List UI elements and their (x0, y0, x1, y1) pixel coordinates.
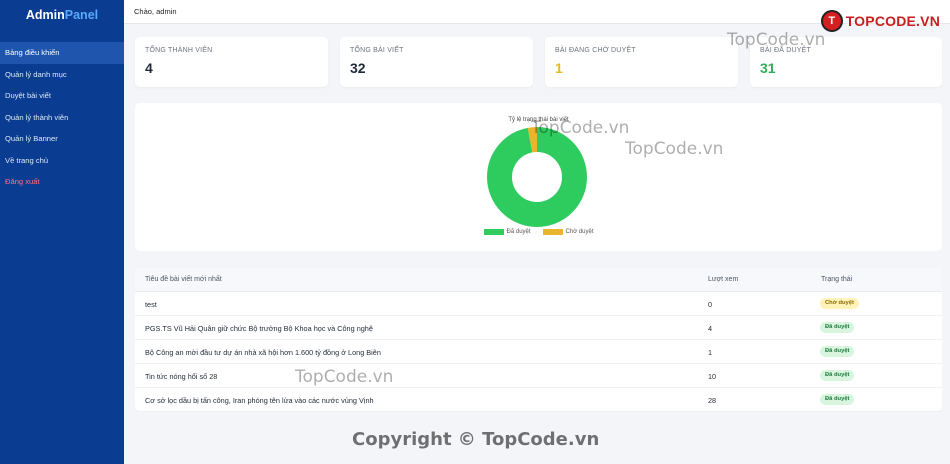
stat-card-approved: BÀI ĐÃ DUYỆT 31 (750, 37, 942, 87)
stat-label: TỔNG BÀI VIẾT (350, 47, 404, 54)
sidebar-item-home[interactable]: Về trang chủ (0, 150, 124, 172)
table-row[interactable]: test 0 Chờ duyệt (135, 292, 942, 316)
table-row[interactable]: Bộ Công an mời đầu tư dự án nhà xã hội h… (135, 340, 942, 364)
stat-label: BÀI ĐÃ DUYỆT (760, 47, 812, 54)
sidebar-item-categories[interactable]: Quản lý danh mục (0, 64, 124, 86)
legend-label: Chờ duyệt (565, 229, 594, 235)
post-views: 10 (708, 372, 717, 381)
table-row[interactable]: Cơ sở lọc dầu bị tấn công, Iran phóng tê… (135, 388, 942, 412)
status-badge: Đã duyệt (820, 346, 855, 357)
logo-badge-icon: T (820, 10, 843, 32)
post-title[interactable]: test (145, 300, 157, 309)
status-badge: Chờ duyệt (820, 298, 859, 309)
donut-chart (487, 127, 587, 227)
status-badge: Đã duyệt (820, 370, 855, 381)
table-row[interactable]: Tin tức nóng hổi số 28 10 Đã duyệt (135, 364, 942, 388)
latest-posts-table: Tiêu đề bài viết mới nhất Lượt xem Trạng… (135, 268, 942, 412)
status-badge: Đã duyệt (820, 394, 855, 405)
post-views: 1 (708, 348, 713, 357)
logo-text: TOPCODE.VN (845, 13, 940, 29)
copyright-watermark: Copyright © TopCode.vn (352, 429, 600, 450)
table-header: Tiêu đề bài viết mới nhất Lượt xem Trạng… (135, 268, 942, 292)
sidebar-menu: Bảng điều khiển Quản lý danh mục Duyệt b… (0, 42, 124, 193)
sidebar-item-dashboard[interactable]: Bảng điều khiển (0, 42, 124, 64)
post-title[interactable]: Tin tức nóng hổi số 28 (145, 372, 217, 381)
post-title[interactable]: Bộ Công an mời đầu tư dự án nhà xã hội h… (145, 348, 381, 357)
table-row[interactable]: PGS.TS Vũ Hải Quân giữ chức Bộ trưởng Bộ… (135, 316, 942, 340)
column-header-status: Trạng thái (821, 276, 853, 283)
chart-legend: Đã duyệt Chờ duyệt (135, 229, 942, 235)
sidebar-item-review-posts[interactable]: Duyệt bài viết (0, 85, 124, 107)
post-views: 0 (708, 300, 713, 309)
post-title[interactable]: Cơ sở lọc dầu bị tấn công, Iran phóng tê… (145, 396, 374, 405)
sidebar-item-logout[interactable]: Đăng xuất (0, 171, 124, 193)
sidebar-item-members[interactable]: Quản lý thành viên (0, 107, 124, 129)
column-header-title: Tiêu đề bài viết mới nhất (145, 276, 222, 283)
stat-value: 1 (555, 60, 563, 76)
legend-item-approved[interactable]: Đã duyệt (483, 229, 531, 235)
stat-card-members: TỔNG THÀNH VIÊN 4 (135, 37, 328, 87)
post-views: 4 (708, 324, 713, 333)
sidebar: Admin Panel Bảng điều khiển Quản lý danh … (0, 0, 124, 464)
stat-label: TỔNG THÀNH VIÊN (145, 47, 213, 54)
brand-logo[interactable]: Admin Panel (0, 0, 124, 30)
greeting-text: Chào, admin (134, 7, 177, 16)
status-badge: Đã duyệt (820, 322, 855, 333)
column-header-views: Lượt xem (708, 276, 739, 283)
post-title[interactable]: PGS.TS Vũ Hải Quân giữ chức Bộ trưởng Bộ… (145, 324, 373, 333)
stat-label: BÀI ĐANG CHỜ DUYỆT (555, 47, 636, 54)
chart-card: Tỷ lệ trạng thái bài viết Đã duyệt Chờ d… (135, 103, 942, 251)
stat-card-posts: TỔNG BÀI VIẾT 32 (340, 37, 533, 87)
legend-item-pending[interactable]: Chờ duyệt (542, 229, 594, 235)
stat-card-pending: BÀI ĐANG CHỜ DUYỆT 1 (545, 37, 738, 87)
sidebar-item-banner[interactable]: Quản lý Banner (0, 128, 124, 150)
stat-value: 31 (760, 60, 776, 76)
stat-value: 4 (145, 60, 153, 76)
legend-swatch (483, 229, 504, 235)
topcode-logo: T TOPCODE.VN (820, 10, 940, 32)
stat-value: 32 (350, 60, 366, 76)
legend-swatch (542, 229, 563, 235)
legend-label: Đã duyệt (506, 229, 531, 235)
chart-title: Tỷ lệ trạng thái bài viết (508, 117, 569, 123)
post-views: 28 (708, 396, 717, 405)
brand-part-panel: Panel (64, 8, 99, 22)
brand-part-admin: Admin (25, 8, 65, 22)
